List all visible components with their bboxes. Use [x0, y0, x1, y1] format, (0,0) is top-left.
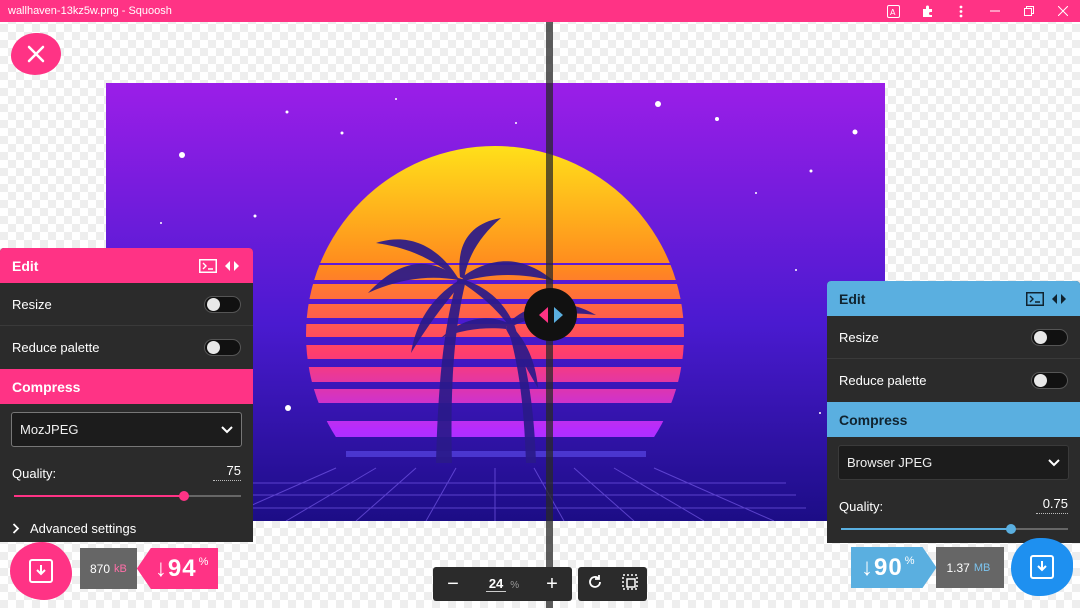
download-button[interactable] — [1011, 538, 1073, 596]
edit-label: Edit — [12, 257, 39, 274]
download-icon — [1037, 561, 1047, 572]
swap-sides-icon[interactable] — [223, 259, 241, 273]
minimize-icon[interactable] — [978, 0, 1012, 22]
advanced-settings-toggle[interactable]: Advanced settings — [0, 521, 253, 536]
crop-background-icon — [622, 573, 638, 590]
reduction-value: 94 — [167, 554, 197, 582]
reduce-palette-toggle[interactable] — [204, 339, 241, 356]
reduce-palette-toggle[interactable] — [1031, 372, 1068, 389]
size-reduction-badge: ↓ 94 % — [136, 548, 219, 589]
close-icon — [27, 45, 45, 63]
restore-icon[interactable] — [1012, 0, 1046, 22]
encoder-select[interactable]: Browser JPEG — [838, 445, 1069, 480]
chevron-down-icon — [221, 425, 233, 433]
reduce-palette-label: Reduce palette — [839, 373, 927, 388]
edit-label: Edit — [839, 290, 866, 307]
left-options-panel: Edit Resize Reduce palette Compress MozJ… — [0, 248, 253, 542]
more-vert-icon[interactable] — [944, 0, 978, 22]
quality-label: Quality: — [12, 466, 57, 481]
left-size-info: 870 kB ↓ 94 % — [80, 548, 219, 589]
reduction-arrow: ↓ — [154, 554, 168, 582]
encoder-select[interactable]: MozJPEG — [11, 412, 242, 447]
reduction-value: 90 — [874, 553, 903, 581]
split-handle[interactable] — [524, 288, 577, 341]
edit-header: Edit — [827, 281, 1080, 316]
compress-header: Compress — [0, 369, 253, 404]
zoom-out-button[interactable]: − — [441, 572, 465, 596]
file-size-value: 870 — [90, 561, 111, 576]
puzzle-icon[interactable] — [910, 0, 944, 22]
split-arrows-icon — [538, 306, 563, 323]
rotate-icon — [589, 574, 602, 588]
title-bar: wallhaven-13kz5w.png - Squoosh A — [0, 0, 1080, 22]
encoder-value: MozJPEG — [20, 422, 79, 437]
right-size-info: ↓ 90 % 1.37 MB — [851, 547, 1005, 588]
reduction-arrow: ↓ — [861, 553, 874, 581]
zoom-level[interactable]: 24 % — [485, 576, 520, 592]
compress-label: Compress — [839, 411, 908, 428]
quality-input[interactable]: 75 — [213, 463, 241, 481]
resize-label: Resize — [839, 329, 879, 345]
download-button[interactable] — [10, 542, 72, 600]
file-size: 1.37 MB — [936, 547, 1005, 588]
resize-toggle[interactable] — [1031, 328, 1068, 346]
file-size: 870 kB — [80, 548, 137, 589]
quality-slider-thumb[interactable] — [1006, 524, 1017, 534]
zoom-unit: % — [510, 580, 520, 591]
reduction-sign: % — [198, 556, 209, 568]
reduce-palette-row: Reduce palette — [0, 326, 253, 369]
reduction-sign: % — [904, 555, 915, 567]
background-toggle-button[interactable] — [622, 573, 638, 595]
quality-row: Quality: 75 — [0, 463, 253, 481]
swap-sides-icon[interactable] — [1050, 292, 1068, 306]
translate-icon[interactable]: A — [876, 0, 910, 22]
rotate-button[interactable] — [587, 574, 603, 595]
right-options-panel: Edit Resize Reduce palette Compress Brow… — [827, 281, 1080, 543]
resize-row: Resize — [827, 316, 1080, 359]
quality-label: Quality: — [839, 499, 884, 514]
reduce-palette-label: Reduce palette — [12, 340, 100, 355]
quality-slider[interactable] — [14, 491, 241, 501]
resize-label: Resize — [12, 296, 52, 312]
close-button[interactable] — [11, 33, 61, 75]
chevron-down-icon — [1048, 458, 1060, 466]
size-reduction-badge: ↓ 90 % — [851, 547, 936, 588]
zoom-value[interactable]: 24 — [485, 576, 507, 592]
file-size-unit: MB — [973, 561, 991, 574]
file-size-value: 1.37 — [946, 560, 970, 575]
quality-slider-thumb[interactable] — [179, 491, 190, 501]
chevron-right-icon — [12, 523, 20, 534]
download-icon — [36, 565, 46, 576]
quality-slider[interactable] — [841, 524, 1068, 534]
encoder-value: Browser JPEG — [847, 455, 933, 470]
reduce-palette-row: Reduce palette — [827, 359, 1080, 402]
advanced-settings-label: Advanced settings — [30, 521, 137, 536]
zoom-in-button[interactable]: + — [540, 572, 564, 596]
window-close-icon[interactable] — [1046, 0, 1080, 22]
resize-row: Resize — [0, 283, 253, 326]
compress-header: Compress — [827, 402, 1080, 437]
terminal-icon[interactable] — [1026, 291, 1044, 306]
terminal-icon[interactable] — [199, 258, 217, 273]
zoom-controls: − 24 % + — [433, 567, 572, 601]
file-size-unit: kB — [114, 562, 127, 575]
view-tools — [578, 567, 647, 601]
compress-label: Compress — [12, 378, 81, 395]
resize-toggle[interactable] — [204, 295, 241, 313]
edit-header: Edit — [0, 248, 253, 283]
quality-input[interactable]: 0.75 — [1036, 496, 1068, 514]
quality-row: Quality: 0.75 — [827, 496, 1080, 514]
svg-text:A: A — [890, 8, 896, 17]
window-title: wallhaven-13kz5w.png - Squoosh — [8, 5, 172, 17]
